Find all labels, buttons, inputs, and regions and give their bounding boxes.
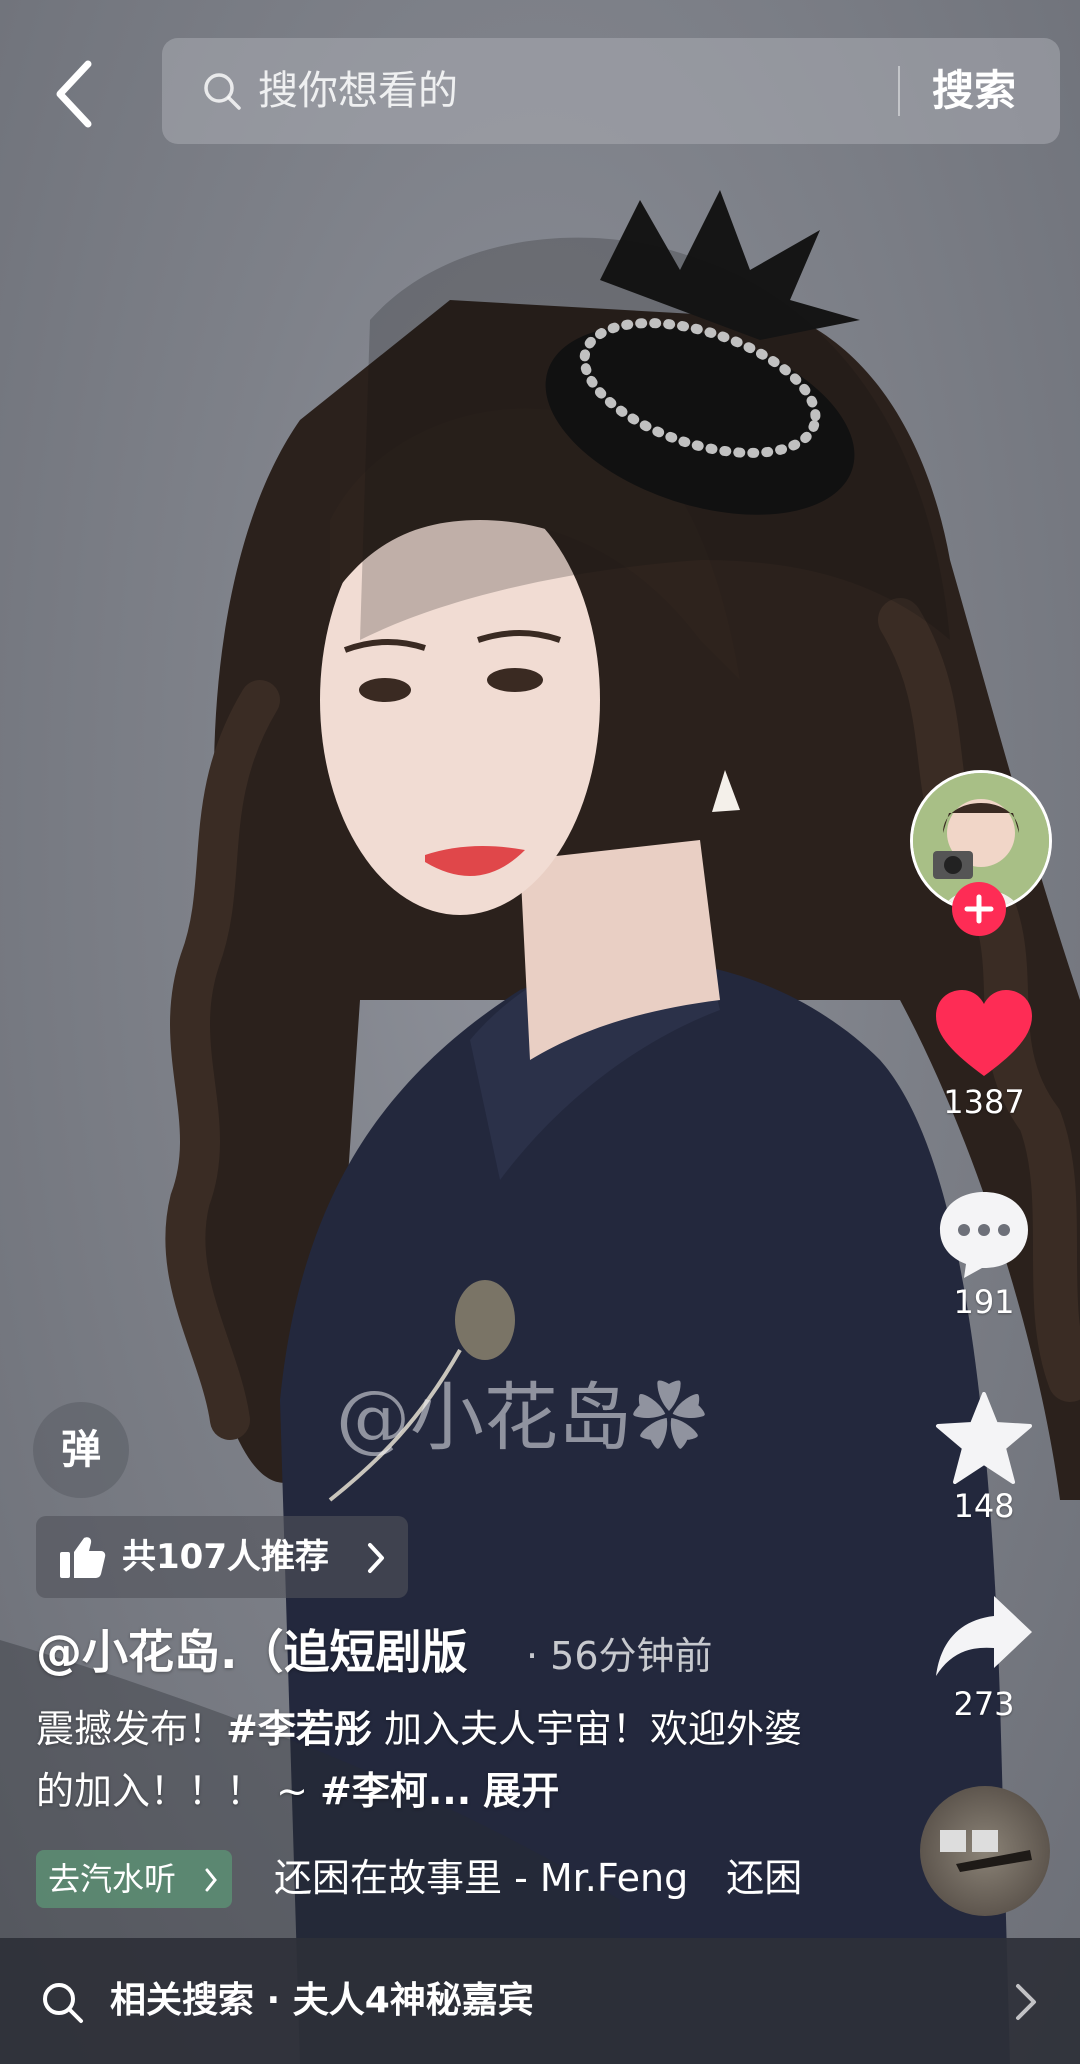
search-icon	[43, 1983, 83, 2023]
favorite-count: 148	[953, 1487, 1015, 1525]
related-search-bar[interactable]: 相关搜索 · 夫人4神秘嘉宾	[0, 1938, 1080, 2064]
thumbs-up-icon	[60, 1537, 106, 1578]
back-button[interactable]	[48, 58, 104, 130]
danmu-label: 弹	[61, 1427, 101, 1473]
share-count: 273	[953, 1685, 1015, 1723]
follow-button[interactable]	[952, 882, 1006, 936]
chevron-right-icon	[205, 1868, 217, 1892]
star-icon	[936, 1392, 1032, 1484]
chevron-left-icon	[56, 60, 92, 128]
share-button[interactable]: 273	[914, 1592, 1054, 1724]
author-avatar-group[interactable]	[910, 770, 1052, 936]
like-count: 1387	[943, 1083, 1025, 1121]
recommend-label: 共107人推荐	[122, 1537, 329, 1577]
expand-button[interactable]: 展开	[483, 1769, 559, 1813]
music-disc-image	[940, 1830, 1032, 1872]
comment-icon	[940, 1192, 1028, 1278]
qishui-button[interactable]: 去汽水听	[36, 1850, 232, 1908]
danmu-toggle[interactable]: 弹	[33, 1402, 129, 1498]
music-row[interactable]: 去汽水听 还困在故事里 - Mr.Feng 还困	[36, 1846, 816, 1910]
comment-count: 191	[953, 1283, 1015, 1321]
plus-icon	[964, 894, 994, 924]
song-title[interactable]: 还困在故事里 - Mr.Feng 还困	[274, 1846, 802, 1910]
like-button[interactable]: 1387	[914, 988, 1054, 1122]
right-eye	[487, 668, 543, 692]
search-icon	[204, 73, 241, 110]
post-time: · 56分钟前	[526, 1634, 713, 1678]
video-caption[interactable]: 震撼发布！#李若彤 加入夫人宇宙！欢迎外婆的加入！！！ ~ #李柯... 展开	[36, 1698, 836, 1822]
chevron-right-icon	[1016, 1984, 1036, 2020]
recommend-pill[interactable]: 共107人推荐	[36, 1516, 408, 1598]
heart-icon	[936, 990, 1032, 1076]
share-icon	[936, 1596, 1032, 1676]
hashtag-link[interactable]: #李若彤	[226, 1707, 372, 1751]
search-divider	[898, 66, 900, 116]
left-eye	[359, 678, 411, 702]
hashtag-link[interactable]: #李柯...	[320, 1769, 471, 1813]
search-button[interactable]: 搜索	[932, 62, 1016, 120]
search-input[interactable]: 搜你想看的	[258, 62, 458, 120]
brooch	[455, 1280, 515, 1360]
favorite-button[interactable]: 148	[914, 1392, 1054, 1526]
caption-text: 震撼发布！	[36, 1707, 227, 1751]
related-search-text: 相关搜索 · 夫人4神秘嘉宾	[110, 1980, 534, 2021]
chevron-right-icon	[368, 1543, 384, 1573]
music-disc[interactable]	[920, 1786, 1050, 1916]
comment-button[interactable]: 191	[914, 1188, 1054, 1322]
qishui-label: 去汽水听	[48, 1860, 177, 1898]
search-bar[interactable]: 搜你想看的 搜索	[162, 38, 1060, 144]
watermark-text: @小花岛✿	[336, 1375, 706, 1461]
author-name[interactable]: @小花岛.（追短剧版	[36, 1620, 467, 1684]
